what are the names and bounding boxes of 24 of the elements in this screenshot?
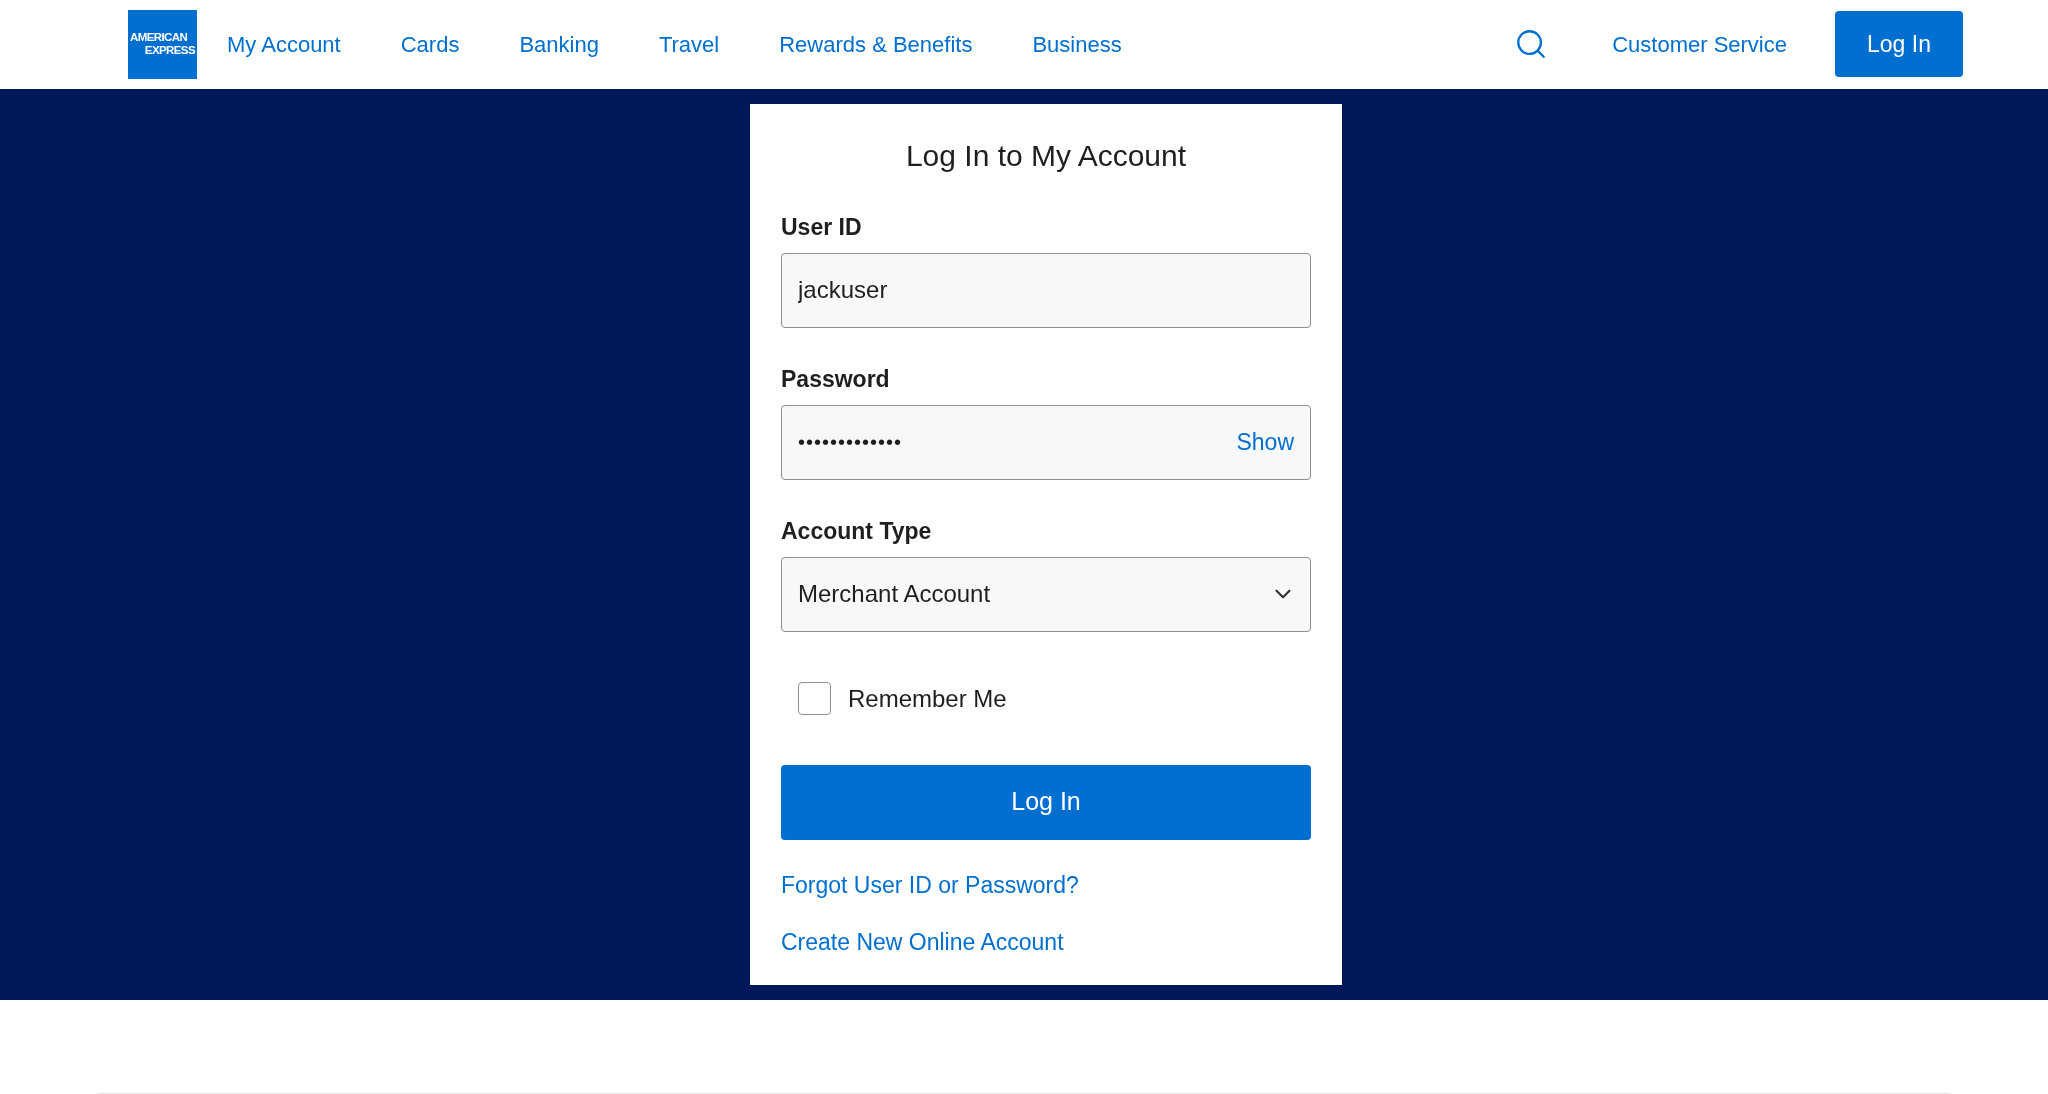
password-input[interactable]: ••••••••••••• Show [781,404,1311,480]
account-help-link[interactable]: Forgot User ID or Password? [781,870,1079,899]
field-label: Account Type [781,516,933,545]
remember-me-label: Remember Me [848,683,1007,714]
nav-link[interactable]: Rewards & Benefits [779,27,973,61]
field-label: User ID [781,212,863,241]
nav-link[interactable]: Cards [400,27,460,61]
nav-link[interactable]: Travel [658,27,720,61]
logo-wordmark: AMERICAN [130,31,188,45]
nav-link[interactable]: Business [1032,27,1122,61]
nav-link[interactable]: Banking [519,27,599,61]
logo-wordmark: EXPRESS [144,44,195,58]
login-title: Log In to My Account [904,137,1188,174]
header-login-button[interactable]: Log In [1835,11,1963,78]
remember-me-checkbox[interactable] [798,682,831,715]
show-password-toggle[interactable]: Show [1236,424,1294,460]
account-type-select[interactable]: Merchant Account [781,556,1311,632]
login-submit-button[interactable]: Log In [781,764,1311,840]
account-help-link[interactable]: Create New Online Account [781,927,1064,956]
user-id-input[interactable]: jackuser [781,252,1311,328]
brand-logo[interactable]: AMERICAN EXPRESS [128,9,197,79]
customer-service-link[interactable]: Customer Service [1612,27,1787,61]
field-label: Password [781,364,891,393]
nav-link[interactable]: My Account [227,27,341,61]
